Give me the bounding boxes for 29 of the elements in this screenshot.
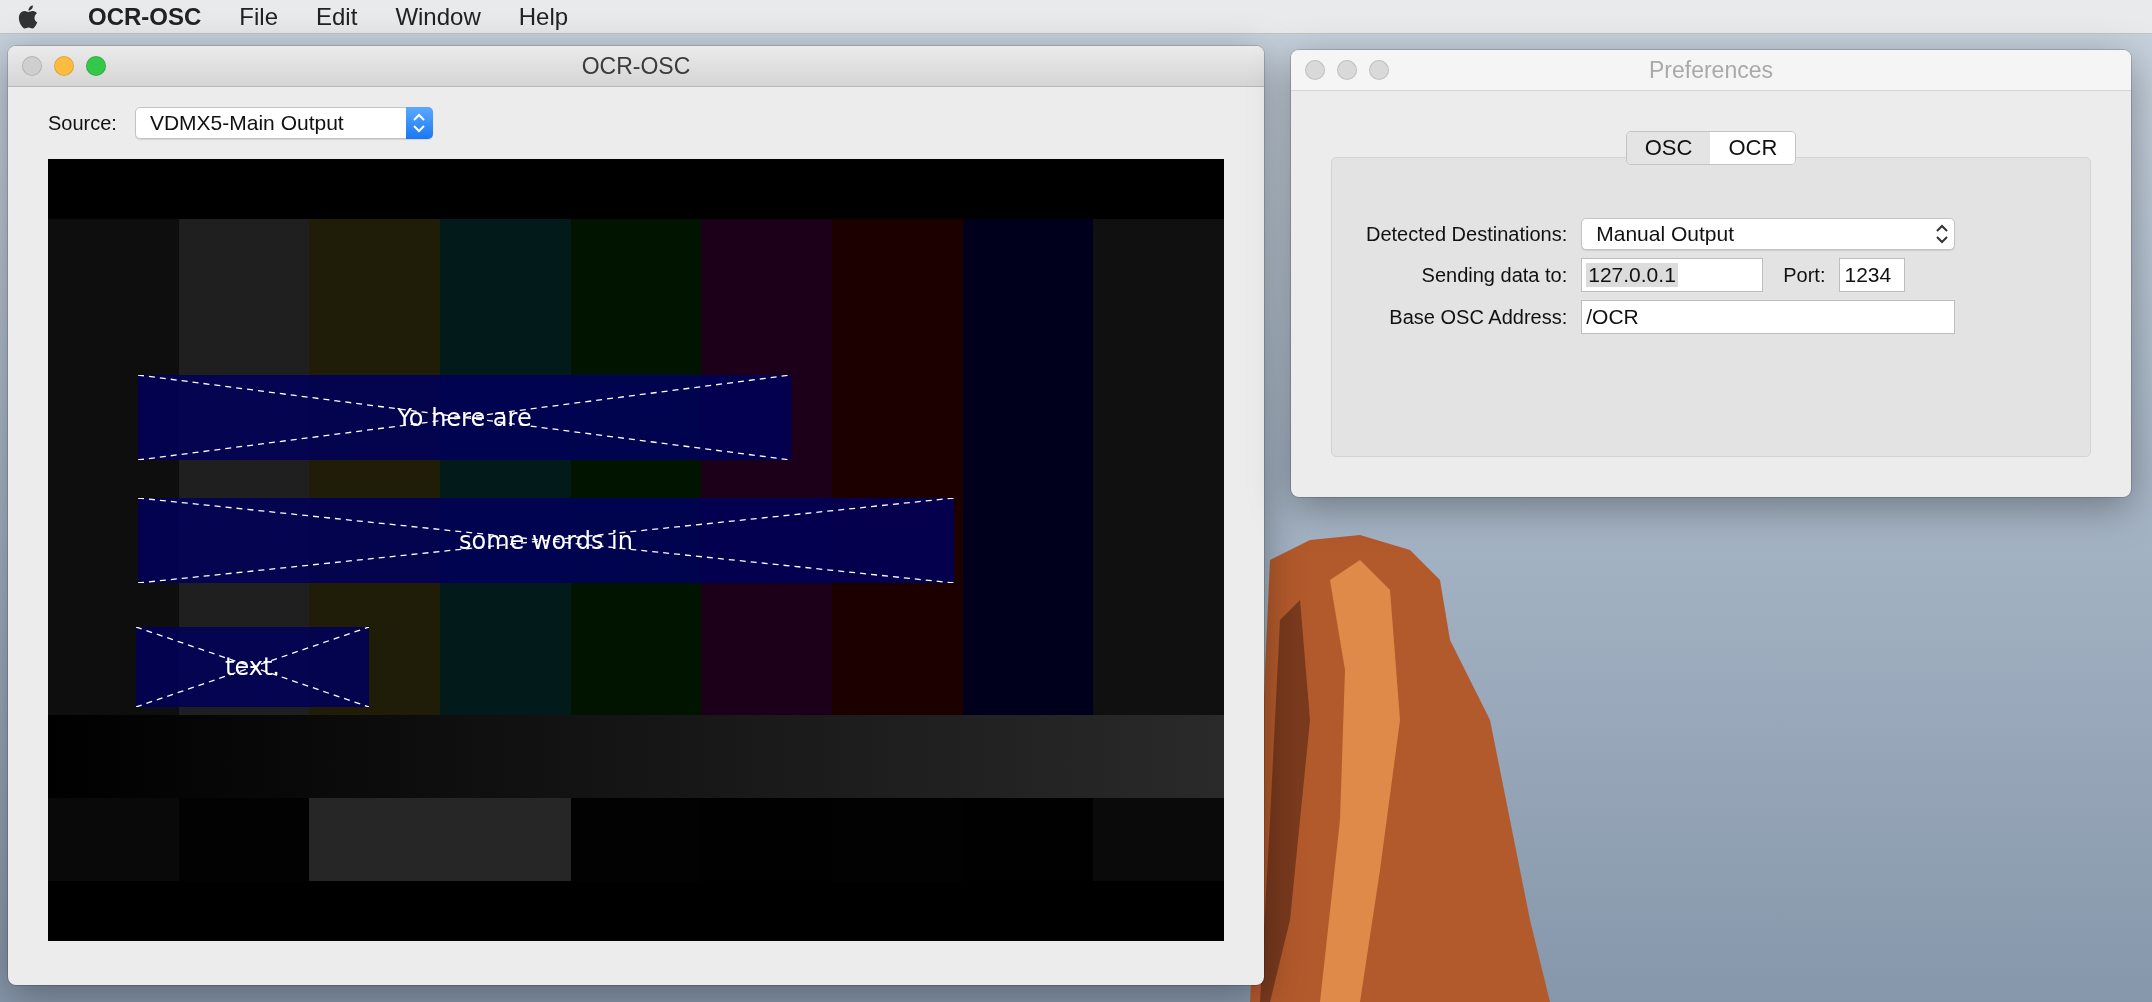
window-title: Preferences: [1649, 56, 1773, 84]
menu-item[interactable]: Help: [518, 2, 569, 31]
ip-address-field[interactable]: 127.0.0.1: [1581, 258, 1764, 292]
osc-address-field[interactable]: /OCR: [1581, 300, 1956, 334]
window-control-button[interactable]: [54, 56, 74, 76]
detected-text: Yo here are: [397, 403, 532, 432]
tab[interactable]: OSC: [1626, 132, 1711, 164]
up-down-chevron-icon: [412, 112, 427, 134]
tab[interactable]: OCR: [1710, 132, 1796, 164]
port-field[interactable]: 1234: [1839, 258, 1906, 292]
window-control-button[interactable]: [22, 56, 42, 76]
window-title: OCR-OSC: [581, 52, 691, 80]
destinations-dropdown[interactable]: Manual Output: [1581, 218, 1956, 250]
window-control-button[interactable]: [1369, 60, 1389, 80]
menu-item[interactable]: Edit: [316, 2, 358, 31]
menu-item[interactable]: File: [239, 2, 278, 31]
field-label: Detected Destinations:: [1366, 222, 1568, 246]
field-label: Port:: [1783, 263, 1826, 287]
field-label: Sending data to:: [1420, 263, 1568, 287]
field-label: Base OSC Address:: [1388, 305, 1568, 329]
window-control-button[interactable]: [86, 56, 106, 76]
window-control-button[interactable]: [1305, 60, 1325, 80]
menu-item[interactable]: OCR-OSC: [88, 2, 202, 31]
source-dropdown[interactable]: VDMX5-Main Output: [134, 107, 433, 139]
apple-logo-icon[interactable]: [18, 4, 38, 29]
window-control-button[interactable]: [1337, 60, 1357, 80]
menu-item[interactable]: Window: [395, 2, 481, 31]
up-down-chevron-icon: [1934, 223, 1949, 245]
source-label: Source:: [48, 111, 117, 135]
